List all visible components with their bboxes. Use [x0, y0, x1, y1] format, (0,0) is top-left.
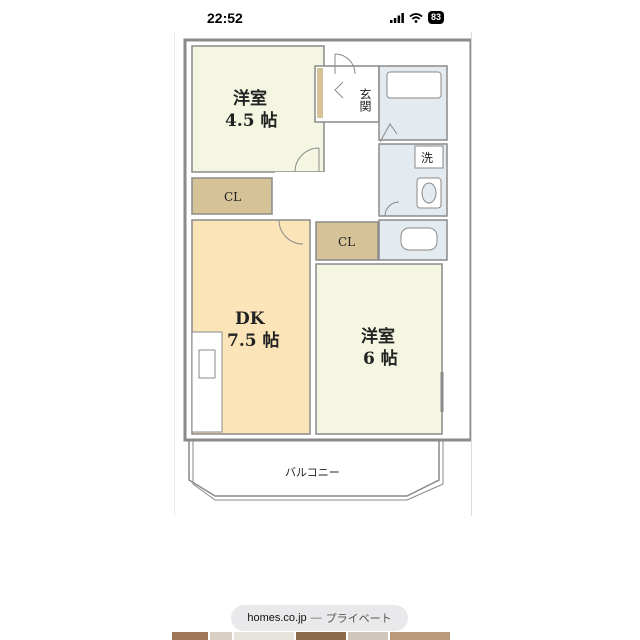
hall — [275, 172, 377, 220]
floor-plan: 玄関 洗 CL CL バルコニー 洋室 4.5 帖 DK 7.5 帖 洋室 6 … — [183, 38, 471, 501]
thumbnail-6[interactable] — [390, 632, 450, 640]
wifi-icon — [409, 12, 423, 23]
battery-icon: 83 — [427, 11, 444, 24]
western-room-large-size: 6 帖 — [363, 348, 398, 369]
status-time: 22:52 — [207, 10, 243, 26]
western-room-large-name: 洋室 — [361, 326, 395, 347]
closet-1-label: CL — [224, 190, 241, 204]
url-separator: — — [310, 612, 322, 624]
entrance-label: 玄関 — [358, 87, 372, 112]
thumbnail-3[interactable] — [234, 632, 294, 640]
status-icons: 83 — [389, 11, 444, 24]
dk-name: DK — [235, 309, 266, 329]
dk-size: 7.5 帖 — [227, 330, 280, 351]
private-label: プライベート — [325, 613, 392, 625]
url-domain: homes.co.jp — [247, 612, 307, 624]
status-bar: 22:52 83 — [0, 0, 640, 34]
balcony-label: バルコニー — [285, 466, 340, 479]
closet-2-label: CL — [338, 235, 355, 249]
western-room-small-size: 4.5 帖 — [225, 110, 278, 131]
kitchen-counter — [191, 331, 223, 433]
shoe-cabinet — [317, 68, 323, 118]
signal-icon — [389, 12, 404, 23]
thumbnail-4[interactable] — [296, 632, 346, 640]
floor-plan-image: 玄関 洗 CL CL バルコニー 洋室 4.5 帖 DK 7.5 帖 洋室 6 … — [174, 32, 472, 516]
url-pill[interactable]: homes.co.jp — プライベート — [231, 605, 408, 631]
thumbnail-2[interactable] — [210, 632, 232, 640]
thumbnail-5[interactable] — [348, 632, 388, 640]
thumbnail-strip[interactable] — [172, 632, 472, 640]
thumbnail-1[interactable] — [172, 632, 208, 640]
western-room-small-name: 洋室 — [233, 88, 267, 109]
washroom-label: 洗 — [421, 151, 433, 165]
